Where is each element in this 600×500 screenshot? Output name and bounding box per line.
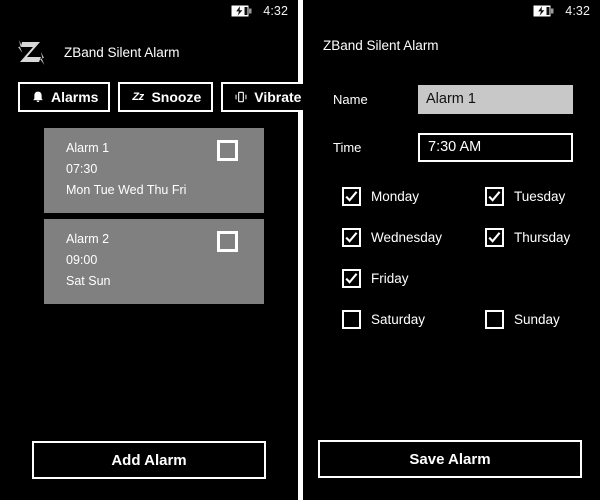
time-row: Time 7:30 AM: [303, 123, 600, 171]
day-label: Tuesday: [514, 189, 566, 204]
app-screen: 4:32 ZBand Silent Alarm Alarms Zz Snooze…: [0, 0, 600, 500]
zz-icon: Zz: [132, 91, 144, 103]
alarm-time: 07:30: [66, 162, 98, 176]
time-field[interactable]: 7:30 AM: [418, 132, 573, 162]
vibrate-phone-icon: [233, 90, 248, 105]
day-label: Monday: [371, 189, 420, 204]
day-label: Wednesday: [371, 230, 443, 245]
vibrate-button-label: Vibrate: [254, 89, 302, 105]
checkbox-unchecked-icon[interactable]: [485, 310, 504, 329]
add-alarm-button[interactable]: Add Alarm: [32, 441, 266, 479]
checkbox-checked-icon[interactable]: [342, 269, 361, 288]
day-checkbox-monday[interactable]: Monday: [342, 187, 485, 206]
checkbox-checked-icon[interactable]: [342, 187, 361, 206]
status-bar-left: 4:32: [0, 0, 298, 22]
day-checkbox-thursday[interactable]: Thursday: [485, 228, 600, 247]
day-label: Thursday: [514, 230, 571, 245]
checkbox-checked-icon[interactable]: [485, 187, 504, 206]
battery-charging-icon: [231, 5, 253, 17]
day-checkbox-saturday[interactable]: Saturday: [342, 310, 485, 329]
snooze-button-label: Snooze: [151, 89, 202, 105]
alarm-form: Name Alarm 1 Time 7:30 AM: [303, 75, 600, 171]
time-label: Time: [333, 139, 362, 155]
day-label: Sunday: [514, 312, 560, 327]
name-row: Name Alarm 1: [303, 75, 600, 123]
app-header-left: ZBand Silent Alarm: [0, 22, 298, 68]
alarm-days: Sat Sun: [66, 274, 111, 288]
checkbox-unchecked-icon[interactable]: [342, 310, 361, 329]
days-of-week-group: Monday Tuesday Wednesday Thursday Friday…: [303, 187, 600, 329]
battery-charging-icon: [533, 5, 555, 17]
alarm-enable-checkbox[interactable]: [217, 231, 238, 252]
day-checkbox-tuesday[interactable]: Tuesday: [485, 187, 600, 206]
vibrate-button[interactable]: Vibrate: [221, 82, 314, 112]
alarm-enable-checkbox[interactable]: [217, 140, 238, 161]
alarms-button[interactable]: Alarms: [18, 82, 111, 112]
day-label: Friday: [371, 271, 409, 286]
status-bar-right: 4:32: [303, 0, 600, 22]
alarm-days: Mon Tue Wed Thu Fri: [66, 183, 187, 197]
table-row[interactable]: Alarm 1 07:30 Mon Tue Wed Thu Fri: [44, 128, 264, 213]
name-label: Name: [333, 91, 368, 107]
bell-icon: [30, 90, 45, 105]
app-title: ZBand Silent Alarm: [323, 38, 439, 53]
alarm-list: Alarm 1 07:30 Mon Tue Wed Thu Fri Alarm …: [44, 128, 264, 304]
day-checkbox-sunday[interactable]: Sunday: [485, 310, 600, 329]
table-row[interactable]: Alarm 2 09:00 Sat Sun: [44, 219, 264, 304]
day-checkbox-friday[interactable]: Friday: [342, 269, 485, 288]
snooze-button[interactable]: Zz Snooze: [118, 82, 214, 112]
zband-z-logo-icon: [10, 32, 50, 72]
status-time: 4:32: [263, 4, 288, 18]
alarm-time: 09:00: [66, 253, 98, 267]
toolbar: Alarms Zz Snooze Vibrate: [0, 68, 314, 112]
alarms-button-label: Alarms: [51, 89, 99, 105]
status-time: 4:32: [565, 4, 590, 18]
alarm-edit-panel: 4:32 ZBand Silent Alarm Name Alarm 1 Tim…: [303, 0, 600, 500]
alarm-list-panel: 4:32 ZBand Silent Alarm Alarms Zz Snooze…: [0, 0, 314, 500]
name-field[interactable]: Alarm 1: [418, 84, 573, 114]
day-label: Saturday: [371, 312, 426, 327]
checkbox-checked-icon[interactable]: [342, 228, 361, 247]
app-title: ZBand Silent Alarm: [64, 44, 180, 60]
day-checkbox-wednesday[interactable]: Wednesday: [342, 228, 485, 247]
checkbox-checked-icon[interactable]: [485, 228, 504, 247]
save-alarm-button[interactable]: Save Alarm: [318, 440, 582, 478]
